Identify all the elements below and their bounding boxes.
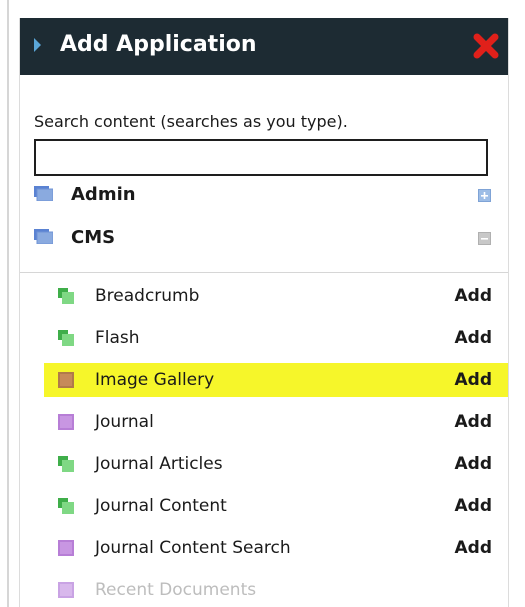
close-x-icon — [473, 33, 499, 59]
app-label: Journal Content — [95, 496, 227, 516]
app-row-journal-content[interactable]: Journal Content Add — [44, 489, 508, 523]
purple-app-icon — [58, 582, 74, 598]
app-row-journal[interactable]: Journal Add — [44, 405, 508, 439]
app-row-journal-articles[interactable]: Journal Articles Add — [44, 447, 508, 481]
green-app-icon — [58, 456, 74, 472]
app-row-image-gallery[interactable]: Image Gallery Add — [44, 363, 508, 397]
add-journal-articles-button[interactable]: Add — [455, 454, 493, 474]
app-row-breadcrumb[interactable]: Breadcrumb Add — [44, 279, 508, 313]
category-folder-icon — [34, 229, 54, 245]
app-label: Recent Documents — [95, 580, 257, 600]
close-button[interactable] — [472, 32, 500, 60]
purple-app-icon — [58, 540, 74, 556]
panel-header: Add Application — [20, 18, 508, 75]
app-row-flash[interactable]: Flash Add — [44, 321, 508, 355]
green-app-icon — [58, 498, 74, 514]
expand-plus-icon[interactable] — [478, 187, 491, 202]
app-label: Image Gallery — [95, 370, 215, 390]
header-arrow-icon — [34, 38, 41, 52]
add-application-panel: Add Application Search content (searches… — [19, 18, 509, 607]
collapse-minus-icon[interactable] — [478, 230, 491, 245]
green-app-icon — [58, 330, 74, 346]
purple-app-icon — [58, 414, 74, 430]
add-journal-content-search-button[interactable]: Add — [455, 538, 493, 558]
app-label: Journal — [95, 412, 154, 432]
app-label: Journal Content Search — [95, 538, 291, 558]
add-flash-button[interactable]: Add — [455, 328, 493, 348]
purple-app-icon — [58, 372, 74, 388]
search-input[interactable] — [34, 139, 488, 176]
app-label: Breadcrumb — [95, 286, 200, 306]
app-label: Journal Articles — [95, 454, 223, 474]
category-folder-icon — [34, 186, 54, 202]
left-divider — [7, 0, 9, 607]
category-label: Admin — [71, 184, 136, 205]
category-divider — [20, 272, 508, 273]
category-cms[interactable]: CMS — [20, 221, 508, 255]
app-row-journal-content-search[interactable]: Journal Content Search Add — [44, 531, 508, 565]
screenshot-stage: Add Application Search content (searches… — [0, 0, 525, 607]
add-journal-button[interactable]: Add — [455, 412, 493, 432]
add-image-gallery-button[interactable]: Add — [455, 370, 493, 390]
category-admin[interactable]: Admin — [20, 178, 508, 212]
panel-title: Add Application — [60, 32, 257, 57]
add-breadcrumb-button[interactable]: Add — [455, 286, 493, 306]
app-label: Flash — [95, 328, 140, 348]
app-row-recent-documents: Recent Documents — [44, 573, 508, 607]
search-label: Search content (searches as you type). — [34, 112, 348, 131]
add-journal-content-button[interactable]: Add — [455, 496, 493, 516]
green-app-icon — [58, 288, 74, 304]
category-label: CMS — [71, 227, 116, 248]
